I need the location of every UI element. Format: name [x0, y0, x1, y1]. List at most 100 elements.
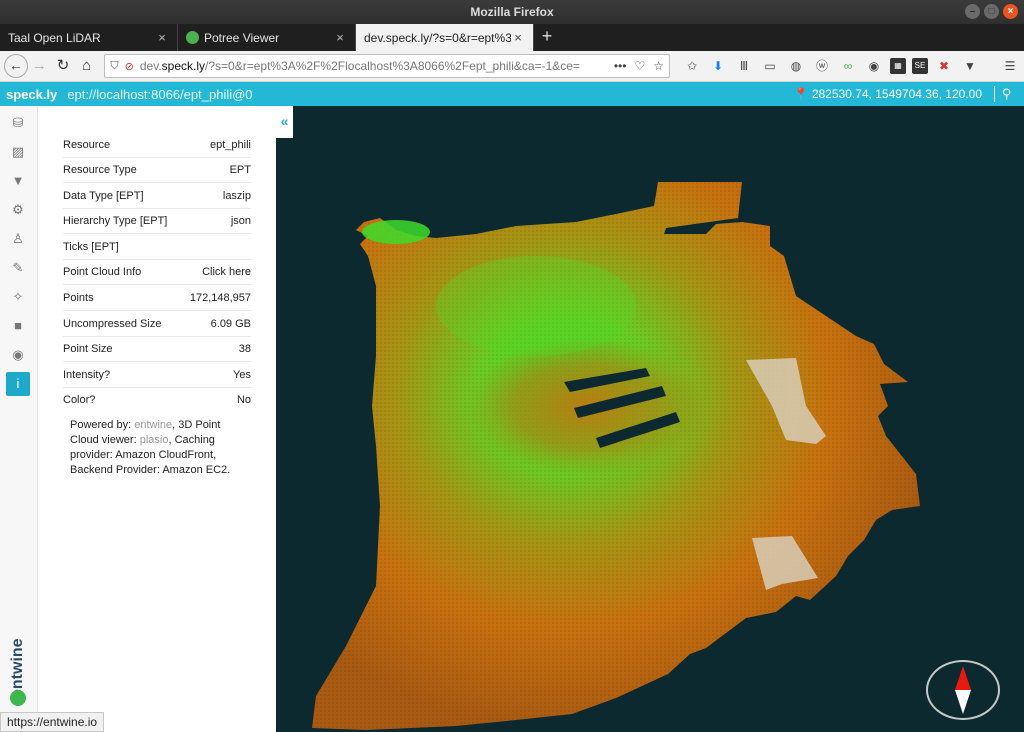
- tab-label: Potree Viewer: [204, 30, 280, 45]
- info-panel: Resource ept_phili Resource Type EPT Dat…: [38, 106, 276, 732]
- library-icon[interactable]: Ⅲ: [734, 56, 754, 76]
- pocket-icon[interactable]: ♡: [634, 59, 645, 73]
- entwine-logo[interactable]: entwine: [0, 626, 38, 706]
- eye-icon[interactable]: ◉: [6, 343, 30, 367]
- info-value: 6.09 GB: [210, 317, 251, 330]
- extension-globe-icon[interactable]: ◍: [786, 56, 806, 76]
- info-row-data-type: Data Type [EPT] laszip: [63, 183, 251, 209]
- navigation-toolbar: ← → ↻ ⌂ ⛉ ⊘ dev.speck.ly/?s=0&r=ept%3A%2…: [0, 51, 1024, 82]
- info-value: 172,148,957: [189, 291, 251, 304]
- info-label: Point Size: [63, 342, 113, 355]
- info-row-resource: Resource ept_phili: [63, 132, 251, 158]
- info-value: Yes: [233, 368, 251, 381]
- info-row-point-size: Point Size 38: [63, 336, 251, 362]
- database-icon[interactable]: ⛁: [6, 111, 30, 135]
- bookmark-star-icon[interactable]: ☆: [653, 59, 664, 73]
- minimize-icon[interactable]: –: [965, 4, 980, 19]
- tool-rail: ⛁ ▨ ▼ ⚙ ♙ ✎ ✧ ■ ◉ i entwine: [0, 106, 38, 732]
- tab-speckly[interactable]: dev.speck.ly/?s=0&r=ept%3A ×: [356, 24, 534, 51]
- tab-label: Taal Open LiDAR: [8, 30, 101, 45]
- wrench-icon[interactable]: ✎: [6, 256, 30, 280]
- new-tab-button[interactable]: +: [534, 24, 560, 51]
- info-row-resource-type: Resource Type EPT: [63, 157, 251, 183]
- potree-favicon-icon: [186, 31, 199, 44]
- tab-taal-open-lidar[interactable]: Taal Open LiDAR ×: [0, 24, 178, 51]
- extension-x-icon[interactable]: ✖: [934, 56, 954, 76]
- page-actions-icon[interactable]: •••: [614, 59, 627, 73]
- collapse-panel-button[interactable]: «: [276, 106, 293, 138]
- green-slope: [436, 256, 636, 356]
- tracking-shield-icon[interactable]: ⛉: [110, 60, 118, 73]
- info-value: laszip: [222, 189, 251, 202]
- point-cloud-render[interactable]: [276, 106, 1024, 732]
- url-actions: ••• ♡ ☆: [614, 59, 664, 73]
- close-window-icon[interactable]: ×: [1003, 4, 1018, 19]
- tab-close-icon[interactable]: ×: [511, 30, 525, 45]
- sidebar-icon[interactable]: ▭: [760, 56, 780, 76]
- video-camera-icon[interactable]: ■: [6, 314, 30, 338]
- app-header: speck.ly ept://localhost:8066/ept_phili@…: [0, 82, 1024, 106]
- url-text[interactable]: dev.speck.ly/?s=0&r=ept%3A%2F%2Flocalhos…: [140, 59, 608, 73]
- bookmark-manager-icon[interactable]: ✩: [682, 56, 702, 76]
- info-value: 38: [238, 342, 251, 355]
- menu-icon[interactable]: ☰: [1000, 56, 1020, 76]
- info-row-point-cloud-info: Point Cloud Info Click here: [63, 259, 251, 285]
- extension-se-icon[interactable]: SE: [911, 58, 928, 74]
- info-label: Color?: [63, 394, 96, 406]
- tab-close-icon[interactable]: ×: [155, 30, 169, 45]
- home-button[interactable]: ⌂: [75, 54, 99, 78]
- info-row-hierarchy-type: Hierarchy Type [EPT] json: [63, 208, 251, 234]
- info-label: Resource Type: [63, 163, 137, 176]
- location-pin-icon: 📍: [793, 87, 809, 101]
- image-icon[interactable]: ▨: [6, 140, 30, 164]
- tab-bar: Taal Open LiDAR × Potree Viewer × dev.sp…: [0, 24, 1024, 51]
- filter-icon[interactable]: ▼: [6, 169, 30, 193]
- window-title: Mozilla Firefox: [470, 5, 554, 19]
- forward-button[interactable]: →: [28, 54, 52, 78]
- info-row-intensity: Intensity? Yes: [63, 362, 251, 388]
- extension-v-icon[interactable]: ▼: [960, 56, 980, 76]
- extension-glasses-icon[interactable]: ∞: [838, 56, 858, 76]
- info-label: Intensity?: [63, 368, 111, 381]
- browser-toolbar-icons: ✩ ⬇ Ⅲ ▭ ◍ ⓦ ∞ ◉ ▦ SE ✖ ▼ ☰: [682, 56, 1020, 76]
- info-row-ticks: Ticks [EPT]: [63, 234, 251, 260]
- maximize-icon[interactable]: □: [984, 4, 999, 19]
- extension-qr-icon[interactable]: ▦: [889, 58, 906, 74]
- cogs-icon[interactable]: ⚙: [6, 198, 30, 222]
- search-icon[interactable]: ⚲: [994, 86, 1018, 102]
- powered-by-text: Powered by: entwine, 3D Point Cloud view…: [70, 419, 231, 476]
- account-icon[interactable]: ◉: [864, 56, 884, 76]
- info-label: Uncompressed Size: [63, 317, 162, 330]
- compass-needle-icon: [955, 666, 971, 714]
- info-value: json: [230, 214, 251, 227]
- magic-wand-icon[interactable]: ✧: [6, 285, 30, 309]
- insecure-lock-icon[interactable]: ⊘: [125, 60, 134, 73]
- reload-button[interactable]: ↻: [51, 54, 75, 78]
- info-label: Ticks [EPT]: [63, 240, 119, 253]
- extension-w-icon[interactable]: ⓦ: [812, 56, 832, 76]
- info-value: No: [236, 394, 251, 406]
- point-cloud-viewer[interactable]: [276, 106, 1024, 732]
- brand-logo[interactable]: speck.ly: [6, 87, 57, 102]
- info-icon[interactable]: i: [6, 372, 30, 396]
- point-cloud-info-link[interactable]: Click here: [202, 266, 251, 278]
- info-label: Hierarchy Type [EPT]: [63, 214, 168, 227]
- info-label: Points: [63, 291, 94, 304]
- downloads-icon[interactable]: ⬇: [708, 56, 728, 76]
- plasio-link[interactable]: plasio: [140, 434, 169, 446]
- tab-close-icon[interactable]: ×: [333, 30, 347, 45]
- info-row-uncompressed-size: Uncompressed Size 6.09 GB: [63, 311, 251, 337]
- street-view-icon[interactable]: ♙: [6, 227, 30, 251]
- compass-widget[interactable]: [926, 660, 1000, 720]
- url-bar[interactable]: ⛉ ⊘ dev.speck.ly/?s=0&r=ept%3A%2F%2Floca…: [104, 54, 670, 78]
- info-label: Resource: [63, 138, 111, 151]
- status-bar-url: https://entwine.io: [0, 712, 105, 732]
- tab-label: dev.speck.ly/?s=0&r=ept%3A: [364, 30, 511, 45]
- info-value: EPT: [229, 163, 251, 176]
- tab-potree-viewer[interactable]: Potree Viewer ×: [178, 24, 356, 51]
- info-value: ept_phili: [210, 138, 251, 151]
- info-label: Point Cloud Info: [63, 265, 142, 278]
- back-button[interactable]: ←: [4, 54, 28, 78]
- resource-path: ept://localhost:8066/ept_phili@0: [67, 86, 253, 102]
- entwine-link[interactable]: entwine: [134, 419, 172, 431]
